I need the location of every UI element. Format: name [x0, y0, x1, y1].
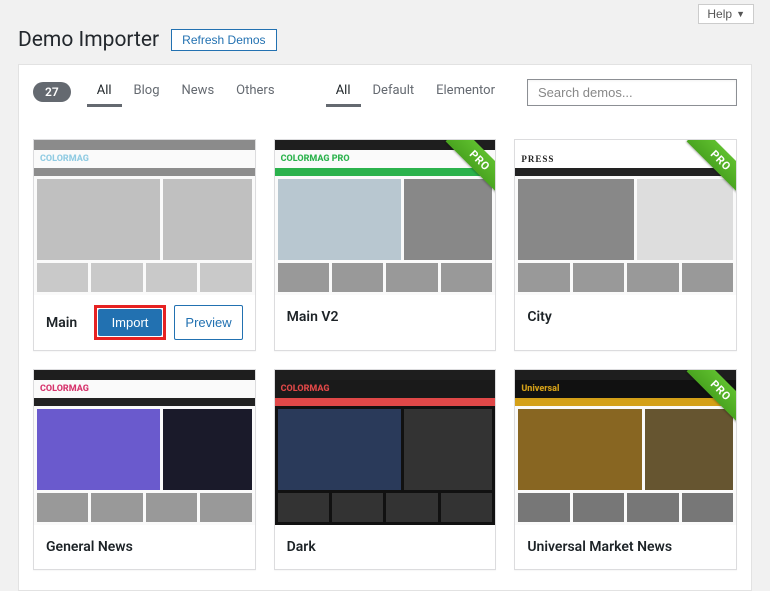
help-label: Help — [707, 7, 732, 21]
import-highlight-marker: Import — [94, 305, 167, 340]
chevron-down-icon: ▼ — [736, 9, 745, 19]
demo-panel: 27 All Blog News Others All Default Elem… — [18, 64, 752, 591]
builder-tab-default[interactable]: Default — [363, 77, 425, 107]
refresh-demos-button[interactable]: Refresh Demos — [171, 29, 276, 51]
demo-thumbnail: PRESS PRO — [515, 140, 736, 295]
demo-title: General News — [46, 539, 243, 555]
help-button[interactable]: Help ▼ — [698, 4, 754, 24]
demo-title: Main — [46, 315, 94, 331]
demo-card[interactable]: COLORMAG General News — [33, 369, 256, 570]
category-tab-others[interactable]: Others — [226, 77, 284, 107]
demo-thumbnail: COLORMAG — [34, 140, 255, 295]
demo-grid: COLORMAG Main Import Preview — [19, 119, 751, 590]
preview-button[interactable]: Preview — [174, 305, 242, 340]
demo-brand: COLORMAG — [34, 380, 255, 398]
category-tab-blog[interactable]: Blog — [124, 77, 170, 107]
demo-thumbnail: Universal PRO — [515, 370, 736, 525]
demo-card[interactable]: PRESS PRO City — [514, 139, 737, 351]
builder-tab-all[interactable]: All — [326, 77, 361, 107]
page-title: Demo Importer — [18, 28, 159, 52]
demo-card[interactable]: COLORMAG PRO PRO Main V2 — [274, 139, 497, 351]
category-tab-news[interactable]: News — [172, 77, 225, 107]
filter-bar: 27 All Blog News Others All Default Elem… — [19, 65, 751, 119]
demo-card[interactable]: COLORMAG Main Import Preview — [33, 139, 256, 351]
demo-card[interactable]: COLORMAG Dark — [274, 369, 497, 570]
import-button[interactable]: Import — [98, 309, 163, 336]
builder-filter-tabs: All Default Elementor — [326, 77, 505, 107]
category-tab-all[interactable]: All — [87, 77, 122, 107]
demo-title: Universal Market News — [527, 539, 724, 555]
category-filter-tabs: All Blog News Others — [87, 77, 285, 107]
builder-tab-elementor[interactable]: Elementor — [426, 77, 505, 107]
demo-thumbnail: COLORMAG — [275, 370, 496, 525]
demo-title: Dark — [287, 539, 484, 555]
demo-thumbnail: COLORMAG PRO PRO — [275, 140, 496, 295]
search-input[interactable] — [527, 79, 737, 106]
demo-thumbnail: COLORMAG — [34, 370, 255, 525]
demo-brand: COLORMAG — [275, 380, 496, 398]
demo-title: City — [527, 309, 724, 325]
demo-title: Main V2 — [287, 309, 484, 325]
demo-count-badge: 27 — [33, 82, 71, 102]
demo-card[interactable]: Universal PRO Universal Market News — [514, 369, 737, 570]
page-header: Demo Importer Refresh Demos — [0, 24, 770, 64]
demo-brand: COLORMAG — [34, 150, 255, 168]
